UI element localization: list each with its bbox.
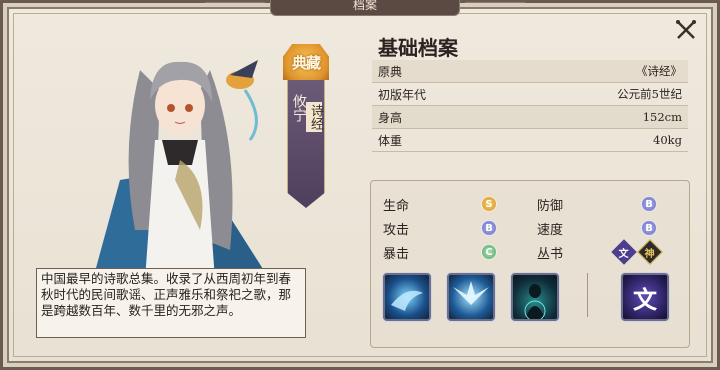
character-portrait: [90, 60, 270, 290]
header-ornament-left: [205, 2, 265, 10]
profile-row: 体重 40kg: [372, 129, 688, 152]
skill-divider: [587, 273, 588, 317]
series-shen-icon[interactable]: 神: [637, 239, 663, 265]
banner-ribbon: 攸宁 诗经: [287, 80, 325, 208]
profile-label: 身高: [378, 110, 403, 125]
stat-spd-grade: B: [641, 220, 657, 236]
stat-crit-label: 暴击: [383, 247, 410, 262]
stat-atk-label: 攻击: [383, 223, 410, 238]
header-tab-title: 档案: [270, 0, 460, 16]
stat-hp-grade: S: [481, 196, 497, 212]
series-wen-glyph: 文: [619, 248, 629, 260]
profile-row: 原典 《诗经》: [372, 60, 688, 83]
profile-value: 152cm: [642, 110, 682, 124]
stat-spd-label: 速度: [537, 223, 564, 238]
profile-value: 《诗经》: [636, 64, 682, 78]
stat-series-label: 丛书: [537, 247, 564, 262]
stat-crit-grade: C: [481, 244, 497, 260]
rarity-badge: 典藏: [283, 44, 329, 80]
stat-hp-label: 生命: [383, 199, 410, 214]
profile-row: 初版年代 公元前5世纪: [372, 83, 688, 106]
header-ornament-right: [465, 2, 525, 10]
profile-title: 基础档案: [378, 36, 458, 60]
profile-row: 身高 152cm: [372, 106, 688, 129]
summon-figure-skill-icon[interactable]: [511, 273, 559, 321]
profile-value: 40kg: [653, 133, 682, 147]
profile-table: 原典 《诗经》 初版年代 公元前5世纪 身高 152cm 体重 40kg: [372, 60, 688, 152]
stats-panel: 生命 S 防御 B 攻击 B 速度 B 暴击 C 丛书 文 神 文: [370, 180, 690, 348]
stat-def-grade: B: [641, 196, 657, 212]
description-box: 中国最早的诗歌总集。收录了从西周初年到春秋时代的民间歌谣、正声雅乐和祭祀之歌，那…: [36, 268, 306, 338]
stat-atk-grade: B: [481, 220, 497, 236]
character-source: 诗经: [306, 102, 323, 132]
spirit-bird-skill-icon[interactable]: [383, 273, 431, 321]
series-wen-icon[interactable]: 文: [611, 239, 637, 265]
profile-label: 原典: [378, 64, 403, 79]
description-text: 中国最早的诗歌总集。收录了从西周初年到春秋时代的民间歌谣、正声雅乐和祭祀之歌，那…: [41, 271, 292, 318]
profile-value: 公元前5世纪: [617, 87, 682, 101]
rarity-banner: 典藏 攸宁 诗经: [283, 44, 329, 208]
profile-label: 体重: [378, 133, 403, 148]
stat-def-label: 防御: [537, 199, 564, 214]
profile-label: 初版年代: [378, 87, 427, 102]
character-name: 攸宁: [291, 94, 307, 122]
wen-passive-glyph: 文: [633, 284, 657, 314]
close-icon[interactable]: [674, 18, 698, 42]
wen-passive-icon[interactable]: 文: [621, 273, 669, 321]
series-shen-glyph: 神: [645, 248, 655, 260]
phoenix-wings-skill-icon[interactable]: [447, 273, 495, 321]
